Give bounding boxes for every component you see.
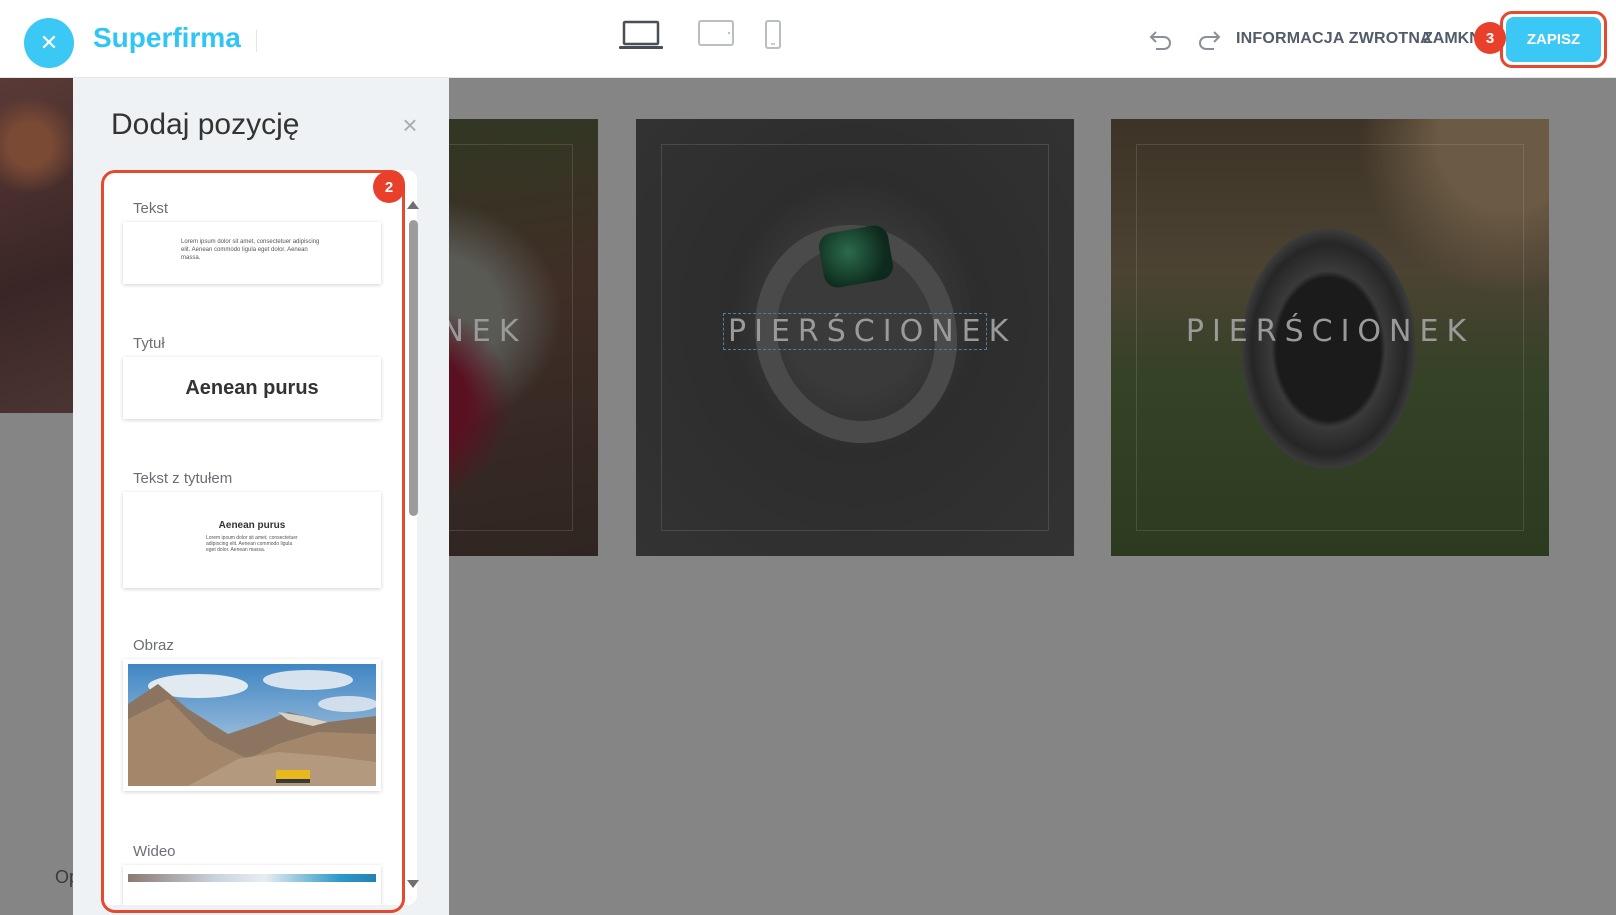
product-card-3[interactable]: PIERŚCIONEK — [1111, 119, 1549, 556]
scrollbar-thumb[interactable] — [409, 220, 418, 516]
step-badge-2: 2 — [373, 171, 405, 203]
close-link[interactable]: ZAMKN — [1423, 30, 1481, 48]
redo-icon[interactable] — [1196, 27, 1222, 51]
close-icon: ✕ — [39, 30, 59, 55]
close-editor-button[interactable]: ✕ — [24, 18, 74, 68]
divider — [256, 30, 257, 52]
laptop-icon[interactable] — [618, 20, 664, 52]
save-button[interactable]: ZAPISZ — [1506, 17, 1601, 62]
card-title[interactable]: PIERŚCIONEK — [1111, 314, 1549, 349]
phone-icon[interactable] — [763, 20, 783, 50]
product-card-2[interactable]: PIERŚCIONEK — [636, 119, 1074, 556]
brand-logo: Superfirma — [93, 22, 241, 53]
list-highlight — [101, 170, 405, 913]
panel-title: Dodaj pozycję — [111, 108, 300, 141]
background-photo — [0, 78, 75, 413]
step-badge-3: 3 — [1474, 22, 1506, 54]
undo-icon[interactable] — [1148, 27, 1174, 51]
feedback-link[interactable]: INFORMACJA ZWROTNA — [1236, 30, 1432, 48]
panel-close-icon[interactable]: × — [399, 112, 421, 138]
tablet-icon[interactable] — [698, 20, 734, 48]
top-bar: ✕ Superfirma INFORMACJA ZWROTNA ZAMKN ZA… — [0, 0, 1616, 78]
card-title[interactable]: PIERŚCIONEK — [723, 313, 1008, 350]
scroll-down-arrow-icon[interactable] — [407, 880, 419, 888]
scroll-up-arrow-icon[interactable] — [407, 201, 419, 209]
